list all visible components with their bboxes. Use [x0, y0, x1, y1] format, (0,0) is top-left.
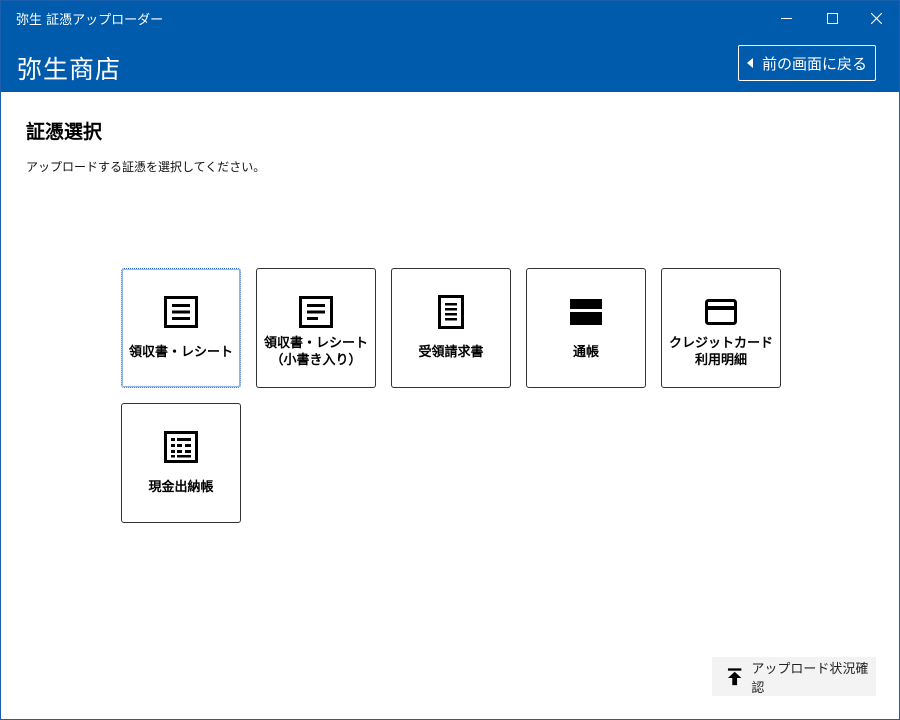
- window-title: 弥生 証憑アップローダー: [16, 13, 164, 28]
- upload-status-button[interactable]: アップロード状況確認: [712, 657, 876, 696]
- tile-label: 領収書・レシート: [263, 336, 368, 351]
- receipt-note-icon: [299, 296, 333, 328]
- minimize-button[interactable]: [763, 1, 809, 35]
- tile-label: 受領請求書: [418, 344, 484, 360]
- maximize-icon: [826, 12, 838, 24]
- shop-name: 弥生商店: [17, 55, 122, 84]
- tile-label: 領収書・レシート: [128, 344, 233, 360]
- tile-label: 通帳: [572, 344, 599, 360]
- page-description: アップロードする証憑を選択してください。: [26, 160, 266, 174]
- receipt-icon: [164, 296, 198, 328]
- back-button[interactable]: 前の画面に戻る: [738, 45, 876, 81]
- upload-status-label: アップロード状況確認: [751, 661, 869, 696]
- close-icon: [870, 12, 882, 24]
- close-button[interactable]: [853, 1, 899, 35]
- tile-label: 現金出納帳: [148, 479, 214, 495]
- caret-left-icon: [746, 58, 753, 68]
- app-window: 弥生 証憑アップローダー 弥生商店 前の画面に戻る 証憑選択 アップロードする証…: [0, 0, 900, 720]
- tile-sublabel: 利用明細: [694, 353, 747, 368]
- tile-receipt-note[interactable]: 領収書・レシート （小書き入り）: [256, 268, 376, 388]
- tile-invoice[interactable]: 受領請求書: [391, 268, 511, 388]
- upload-icon: [727, 667, 742, 685]
- tile-label: クレジットカード: [668, 336, 773, 351]
- tile-cash-book[interactable]: 現金出納帳: [121, 403, 241, 523]
- back-button-label: 前の画面に戻る: [761, 54, 867, 73]
- maximize-button[interactable]: [809, 1, 855, 35]
- title-bar: 弥生 証憑アップローダー: [1, 1, 899, 35]
- invoice-icon: [438, 295, 464, 329]
- minimize-icon: [780, 17, 792, 19]
- tile-receipt[interactable]: 領収書・レシート: [121, 268, 241, 388]
- page-title: 証憑選択: [26, 121, 103, 143]
- tile-passbook[interactable]: 通帳: [526, 268, 646, 388]
- credit-card-icon: [705, 299, 737, 325]
- tile-sublabel: （小書き入り）: [270, 353, 362, 368]
- tile-credit-card[interactable]: クレジットカード 利用明細: [661, 268, 781, 388]
- app-header: 弥生商店 前の画面に戻る: [1, 35, 899, 92]
- passbook-icon: [570, 299, 602, 325]
- cash-book-icon: [164, 431, 198, 463]
